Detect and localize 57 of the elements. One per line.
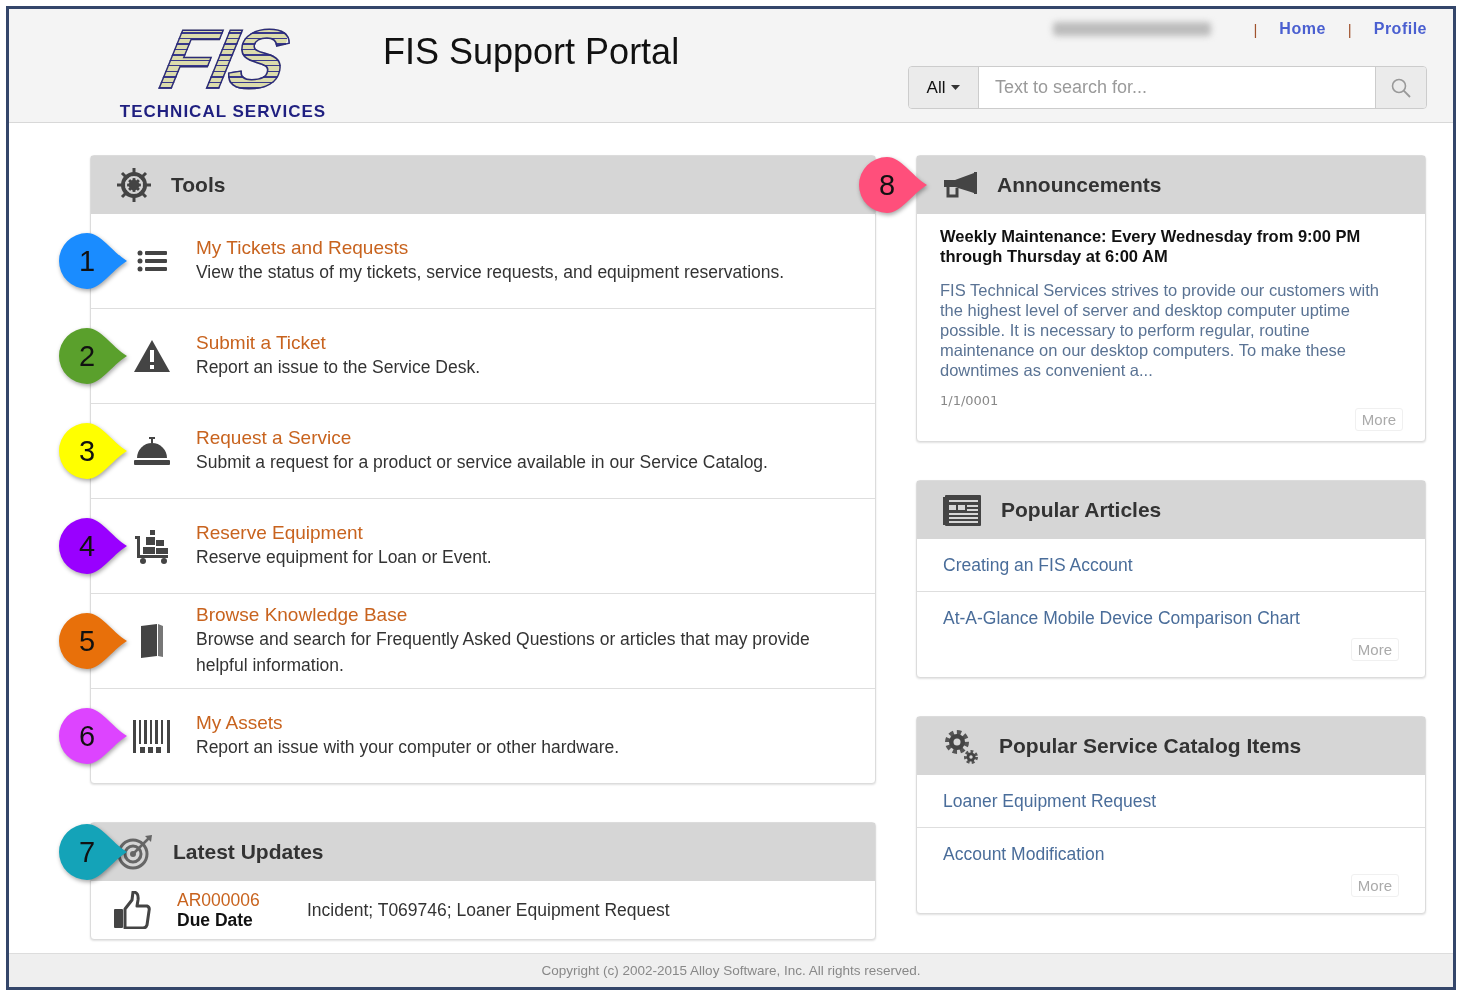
nav-separator: | bbox=[1347, 20, 1352, 38]
list-link[interactable]: Account Modification bbox=[943, 843, 1105, 865]
barcode-icon bbox=[133, 718, 171, 754]
more-button[interactable]: More bbox=[1350, 638, 1399, 661]
callout-marker: 1 bbox=[57, 231, 129, 291]
megaphone-icon bbox=[943, 172, 977, 198]
card-title: Tools bbox=[171, 173, 226, 197]
list-icon bbox=[137, 249, 167, 273]
callout-marker: 2 bbox=[57, 326, 129, 386]
tool-description: Report an issue with your computer or other hardware. bbox=[196, 736, 620, 759]
card-title: Popular Articles bbox=[1001, 498, 1162, 522]
tool-description: Reserve equipment for Loan or Event. bbox=[196, 546, 492, 569]
nav-link[interactable]: Home bbox=[1279, 20, 1326, 38]
target-icon bbox=[117, 834, 153, 870]
callout-marker: 4 bbox=[57, 516, 129, 576]
list-link[interactable]: Loaner Equipment Request bbox=[943, 790, 1157, 812]
announcement-headline: Weekly Maintenance: Every Wednesday from 9:00 PM through Thursday at 6:00 AM bbox=[940, 226, 1362, 266]
card-title: Latest Updates bbox=[173, 840, 324, 864]
newspaper-icon bbox=[943, 494, 981, 526]
list-link[interactable]: At-A-Glance Mobile Device Comparison Chart bbox=[943, 607, 1300, 629]
callout-marker: 5 bbox=[57, 611, 129, 671]
tool-link[interactable]: Request a Service bbox=[196, 427, 352, 449]
copyright-text: Copyright (c) 2002-2015 Alloy Software, Inc. All rights reserved. bbox=[541, 963, 921, 978]
tool-description: Submit a request for a product or service available in our Service Catalog. bbox=[196, 451, 768, 474]
callout-marker: 3 bbox=[57, 421, 129, 481]
announcement-text: FIS Technical Services strives to provide our customers with the highest level of server and desktop computer uptime possible. It is necessary to perform regular, routine maintenance on our desktop computers. To make these downtimes as convenient a... bbox=[940, 280, 1380, 380]
more-button[interactable]: More bbox=[1354, 408, 1403, 431]
site-title: FIS Support Portal bbox=[383, 31, 680, 73]
tool-description: Browse and search for Frequently Asked Questions or articles that may provide helpful information. bbox=[196, 628, 811, 677]
callout-marker: 6 bbox=[57, 706, 129, 766]
logo-tagline: TECHNICAL SERVICES bbox=[119, 102, 327, 122]
tool-link[interactable]: Reserve Equipment bbox=[196, 522, 363, 544]
announcement-date: 1/1/0001 bbox=[940, 393, 1000, 408]
tool-link[interactable]: My Assets bbox=[196, 712, 283, 734]
callout-marker: 8 bbox=[857, 155, 929, 215]
tool-description: Report an issue to the Service Desk. bbox=[196, 356, 481, 379]
card-title: Popular Service Catalog Items bbox=[999, 734, 1302, 758]
gears-icon bbox=[943, 728, 979, 764]
nav-link[interactable]: Profile bbox=[1373, 20, 1427, 38]
cart-icon bbox=[134, 528, 170, 564]
update-link[interactable]: AR000006 bbox=[177, 890, 260, 910]
update-field: Due Date bbox=[177, 910, 253, 930]
more-button[interactable]: More bbox=[1350, 874, 1399, 897]
book-icon bbox=[139, 623, 165, 659]
ship-wheel-icon bbox=[117, 168, 151, 202]
callout-marker: 7 bbox=[57, 822, 129, 882]
thumbs-up-icon bbox=[113, 891, 151, 929]
tool-link[interactable]: My Tickets and Requests bbox=[196, 237, 409, 259]
tool-link[interactable]: Browse Knowledge Base bbox=[196, 604, 408, 626]
card-title: Announcements bbox=[997, 173, 1162, 197]
tool-description: View the status of my tickets, service requests, and equipment reservations. bbox=[196, 261, 785, 284]
service-bell-icon bbox=[134, 436, 170, 466]
list-link[interactable]: Creating an FIS Account bbox=[943, 554, 1133, 576]
nav-separator: | bbox=[1253, 20, 1258, 38]
warning-icon bbox=[133, 339, 171, 373]
update-summary: Incident; T069746; Loaner Equipment Request bbox=[307, 899, 670, 921]
tool-link[interactable]: Submit a Ticket bbox=[196, 332, 326, 354]
